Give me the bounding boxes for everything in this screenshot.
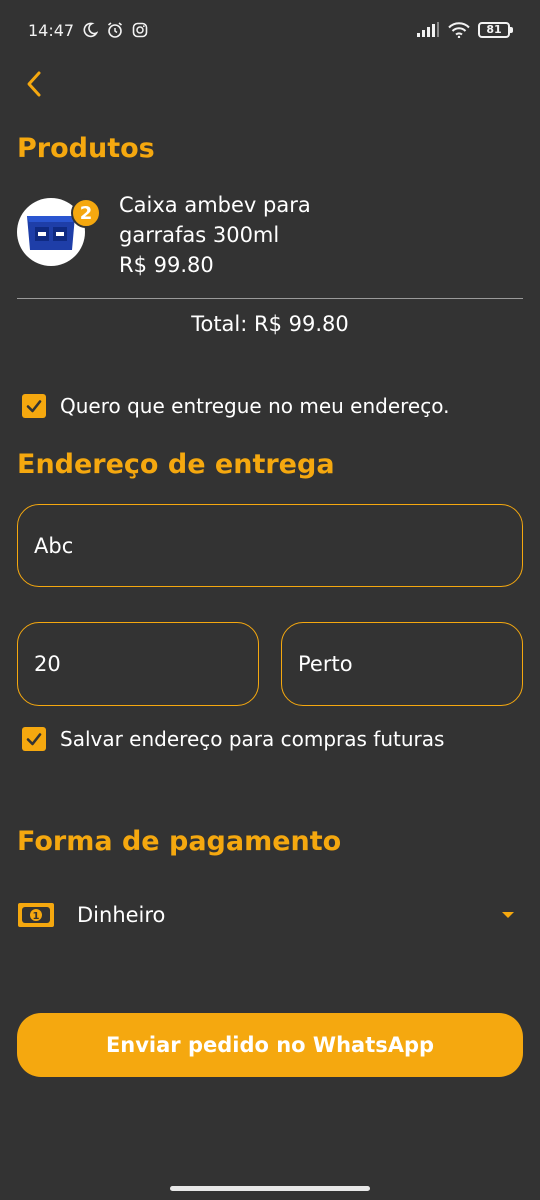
product-name-line1: Caixa ambev para bbox=[119, 193, 311, 217]
deliver-checkbox-row[interactable]: Quero que entregue no meu endereço. bbox=[22, 394, 449, 418]
deliver-checkbox-label: Quero que entregue no meu endereço. bbox=[60, 394, 450, 418]
status-left: 14:47 bbox=[28, 21, 148, 40]
number-field[interactable]: 20 bbox=[17, 622, 259, 706]
number-value: 20 bbox=[34, 652, 61, 676]
status-right: 81 bbox=[416, 22, 513, 38]
check-icon bbox=[26, 400, 42, 413]
product-image: 2 bbox=[17, 198, 101, 266]
home-indicator bbox=[170, 1186, 370, 1191]
alarm-icon bbox=[108, 22, 123, 38]
status-time: 14:47 bbox=[28, 20, 75, 40]
product-price: R$ 99.80 bbox=[119, 253, 214, 277]
wifi-icon bbox=[448, 22, 470, 38]
payment-title: Forma de pagamento bbox=[17, 826, 342, 857]
save-address-checkbox-row[interactable]: Salvar endereço para compras futuras bbox=[22, 727, 444, 751]
save-address-label: Salvar endereço para compras futuras bbox=[60, 727, 445, 751]
moon-icon bbox=[83, 22, 99, 38]
delivery-title: Endereço de entrega bbox=[17, 449, 335, 480]
battery-icon: 81 bbox=[478, 22, 513, 38]
product-info: Caixa ambev para garrafas 300ml R$ 99.80 bbox=[119, 190, 311, 280]
complement-field[interactable]: Perto bbox=[281, 622, 523, 706]
send-whatsapp-button[interactable]: Enviar pedido no WhatsApp bbox=[17, 1013, 523, 1077]
divider bbox=[17, 298, 523, 299]
chevron-left-icon bbox=[27, 71, 41, 97]
svg-text:1: 1 bbox=[33, 911, 40, 922]
deliver-checkbox[interactable] bbox=[22, 394, 46, 418]
complement-value: Perto bbox=[298, 652, 353, 676]
order-total: Total: R$ 99.80 bbox=[191, 312, 349, 336]
instagram-icon bbox=[132, 22, 148, 38]
payment-selected-value: Dinheiro bbox=[77, 903, 166, 927]
street-field[interactable]: Abc bbox=[17, 504, 523, 587]
quantity-badge: 2 bbox=[71, 198, 101, 228]
status-bar: 14:47 81 bbox=[0, 0, 540, 60]
check-icon bbox=[26, 733, 42, 746]
caret-down-icon bbox=[502, 912, 514, 918]
cash-icon: 1 bbox=[18, 903, 54, 927]
product-name-line2: garrafas 300ml bbox=[119, 223, 280, 247]
street-value: Abc bbox=[34, 533, 74, 558]
products-title: Produtos bbox=[17, 133, 155, 164]
back-button[interactable] bbox=[14, 62, 54, 106]
signal-icon bbox=[417, 22, 439, 37]
battery-level: 81 bbox=[486, 23, 502, 36]
payment-method-dropdown[interactable]: 1 Dinheiro bbox=[17, 893, 523, 937]
save-address-checkbox[interactable] bbox=[22, 727, 46, 751]
product-item: 2 Caixa ambev para garrafas 300ml R$ 99.… bbox=[17, 190, 523, 280]
